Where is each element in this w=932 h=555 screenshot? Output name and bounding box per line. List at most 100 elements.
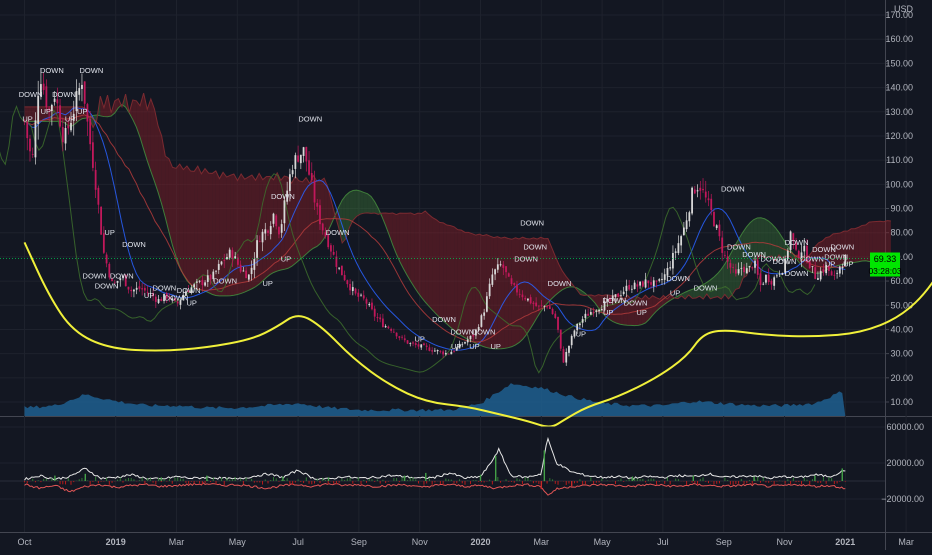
- candle-body: [404, 338, 406, 340]
- candle-body: [634, 283, 636, 289]
- signal-down-label: DOWN: [52, 90, 76, 99]
- cloud-segment: [198, 166, 202, 290]
- signal-up-label: UP: [262, 279, 272, 288]
- candle-body: [106, 255, 108, 264]
- cloud-segment: [310, 175, 314, 250]
- candle-body: [757, 260, 759, 274]
- candle-body: [453, 351, 455, 352]
- signal-down-label: DOWN: [83, 272, 107, 281]
- candle-body: [210, 275, 212, 280]
- candle-body: [647, 280, 649, 283]
- candle-body: [218, 264, 220, 270]
- candle-body: [483, 312, 485, 315]
- candle-body: [675, 251, 677, 252]
- candle-body: [363, 295, 365, 298]
- candle-body: [344, 275, 346, 280]
- cloud-segment: [147, 99, 151, 171]
- candle-body: [626, 286, 628, 291]
- candle-body: [199, 281, 201, 282]
- candle-body: [316, 203, 318, 207]
- signal-down-label: DOWN: [213, 276, 237, 285]
- cloud-segment: [299, 181, 303, 261]
- osc-tick-label: 20000.00: [886, 458, 924, 468]
- candle-body: [765, 275, 767, 283]
- candle-body: [426, 346, 428, 347]
- cloud-segment: [201, 169, 205, 291]
- candle-body: [754, 261, 756, 268]
- signal-down-label: DOWN: [432, 315, 456, 324]
- candle-body: [437, 350, 439, 351]
- price-tick-label: 20.00: [890, 373, 913, 383]
- candle-body: [379, 317, 381, 319]
- price-tick-label: 30.00: [890, 349, 913, 359]
- cloud-segment: [523, 237, 527, 339]
- cloud-segment: [414, 213, 418, 293]
- cloud-segment: [241, 174, 245, 294]
- cloud-segment: [364, 192, 368, 213]
- time-tick-label: 2019: [106, 537, 126, 547]
- candle-body: [743, 267, 745, 272]
- candle-body: [448, 354, 450, 355]
- cloud-segment: [176, 164, 180, 267]
- candle-body: [639, 282, 641, 286]
- price-tick-label: 40.00: [890, 324, 913, 334]
- cloud-segment: [768, 221, 772, 257]
- signal-up-label: UP: [670, 289, 680, 298]
- candle-body: [579, 324, 581, 326]
- cloud-segment: [858, 225, 862, 261]
- candle-body: [505, 266, 507, 272]
- candle-body: [650, 282, 652, 285]
- cloud-segment: [353, 190, 357, 220]
- candle-body: [251, 268, 253, 274]
- candle-body: [771, 281, 773, 285]
- time-tick-label: Jul: [657, 537, 669, 547]
- candle-body: [823, 269, 825, 272]
- candle-body: [522, 295, 524, 298]
- time-tick-label: Mar: [898, 537, 914, 547]
- candle-body: [314, 181, 316, 203]
- candle-body: [201, 280, 203, 285]
- time-tick-label: Sep: [716, 537, 732, 547]
- signal-up-label: UP: [144, 291, 154, 300]
- signal-down-label: DOWN: [785, 269, 809, 278]
- osc-tick-label: −20000.00: [881, 494, 924, 504]
- signal-down-label: DOWN: [602, 296, 626, 305]
- candle-body: [390, 329, 392, 331]
- candle-body: [557, 317, 559, 330]
- candle-body: [508, 273, 510, 276]
- candle-body: [500, 264, 502, 265]
- candle-body: [270, 226, 272, 234]
- candle-body: [746, 268, 748, 273]
- candle-body: [242, 271, 244, 272]
- cloud-segment: [61, 107, 65, 123]
- candle-body: [587, 314, 589, 316]
- candle-body: [97, 188, 99, 205]
- candle-body: [464, 342, 466, 343]
- candle-body: [371, 303, 373, 310]
- candle-body: [232, 250, 234, 259]
- candle-body: [322, 224, 324, 231]
- signal-down-label: DOWN: [514, 255, 538, 264]
- candle-body: [481, 315, 483, 327]
- candle-body: [541, 305, 543, 306]
- candle-body: [554, 314, 556, 318]
- candle-body: [636, 284, 638, 286]
- candle-body: [721, 238, 723, 253]
- candle-body: [678, 243, 680, 253]
- candle-body: [590, 312, 592, 315]
- signal-down-label: DOWN: [520, 218, 544, 227]
- signal-down-label: DOWN: [523, 243, 547, 252]
- candle-body: [565, 352, 567, 363]
- candle-body: [355, 289, 357, 294]
- candle-body: [155, 297, 157, 302]
- cloud-segment: [718, 269, 722, 299]
- signal-down-label: DOWN: [830, 243, 854, 252]
- candle-body: [642, 281, 644, 286]
- candle-body: [470, 336, 472, 339]
- time-tick-label: Jul: [292, 537, 304, 547]
- cloud-segment: [422, 211, 426, 302]
- cloud-segment: [407, 213, 411, 282]
- cloud-segment: [548, 239, 552, 303]
- signal-down-label: DOWN: [548, 279, 572, 288]
- candle-body: [84, 81, 86, 103]
